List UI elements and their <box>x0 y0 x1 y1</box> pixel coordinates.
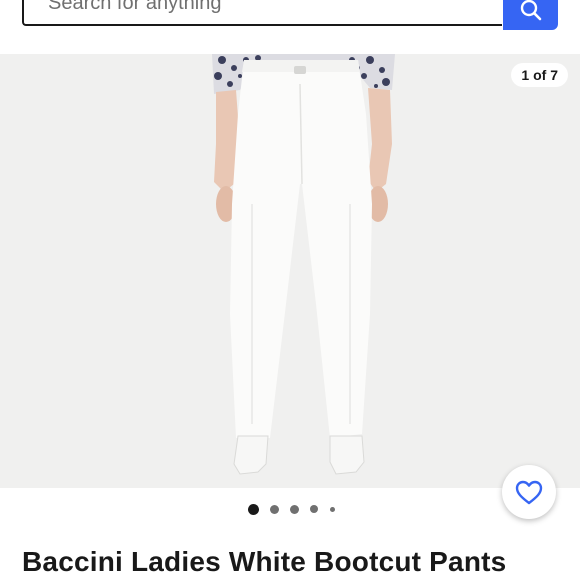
gallery-pagination <box>0 500 580 518</box>
image-counter: 1 of 7 <box>511 63 568 87</box>
search-icon <box>520 0 542 21</box>
pagination-dot-active[interactable] <box>248 504 259 515</box>
product-title: Baccini Ladies White Bootcut Pants <box>22 546 507 577</box>
search-button[interactable] <box>503 0 558 30</box>
watchlist-button[interactable] <box>502 465 556 519</box>
pagination-dot[interactable] <box>270 505 279 514</box>
heart-icon <box>515 480 543 505</box>
search-bar <box>22 0 558 30</box>
pagination-dot[interactable] <box>290 505 299 514</box>
product-image[interactable] <box>0 54 580 488</box>
search-input[interactable] <box>22 0 502 26</box>
image-gallery[interactable]: 1 of 7 <box>0 54 580 488</box>
pagination-dot[interactable] <box>330 507 335 512</box>
pagination-dot[interactable] <box>310 505 318 513</box>
